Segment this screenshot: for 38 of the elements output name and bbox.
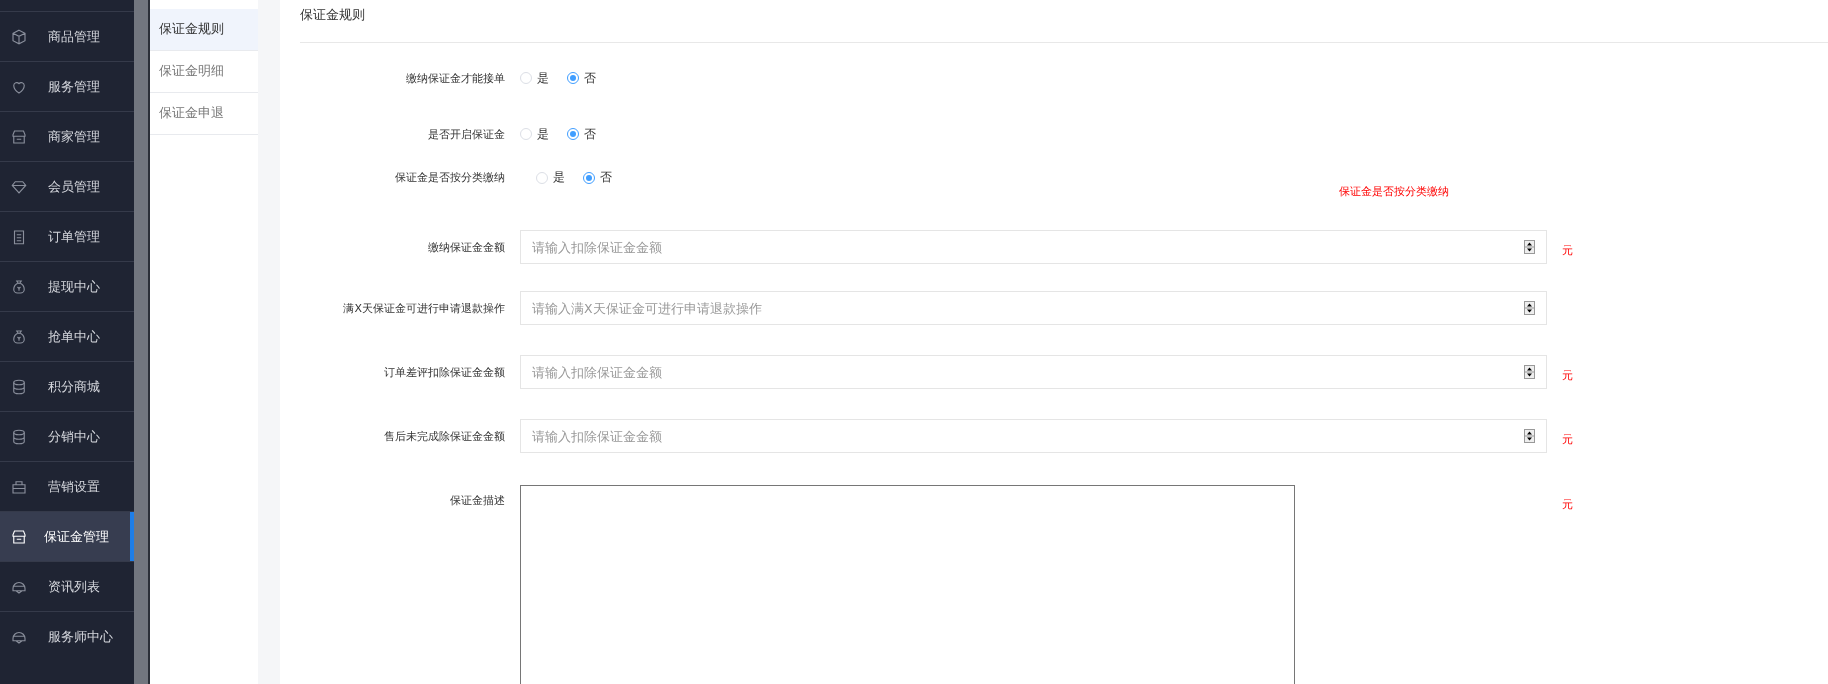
number-input[interactable]: 请输入扣除保证金金额 — [520, 355, 1547, 389]
money-bag-icon — [10, 277, 28, 296]
radio-option[interactable]: 是 — [520, 125, 549, 143]
unit-label: 元 — [1562, 497, 1574, 512]
hint-text: 保证金是否按分类缴纳 — [1339, 184, 1449, 199]
radio-option[interactable]: 否 — [567, 125, 596, 143]
number-input[interactable]: 请输入满X天保证金可进行申请退款操作 — [520, 291, 1547, 325]
field-label: 保证金描述 — [449, 493, 505, 508]
unit-label: 元 — [1562, 431, 1574, 447]
spinner-arrows-icon[interactable] — [1524, 365, 1535, 379]
spinner-arrows-icon[interactable] — [1524, 240, 1535, 254]
unit-label: 元 — [1562, 367, 1574, 383]
number-input[interactable]: 请输入扣除保证金金额 — [520, 419, 1547, 453]
shop-icon — [10, 527, 28, 546]
field-label: 缴纳保证金才能接单 — [405, 70, 505, 86]
field-label: 保证金是否按分类缴纳 — [394, 170, 505, 185]
unit-label: 元 — [1562, 242, 1574, 258]
radio-option[interactable]: 是 — [520, 69, 549, 87]
sidebar-item[interactable]: 保证金管理 — [0, 511, 134, 561]
submenu-item[interactable]: 保证金规则 — [150, 9, 258, 51]
field-label: 售后未完成除保证金金额 — [383, 428, 505, 444]
spinner-arrows-icon[interactable] — [1524, 301, 1535, 315]
field-label: 满X天保证金可进行申请退款操作 — [342, 300, 505, 316]
field-label: 缴纳保证金金额 — [427, 239, 505, 255]
money-bag-icon — [10, 327, 28, 346]
field-label: 是否开启保证金 — [427, 126, 505, 142]
field-label: 订单差评扣除保证金金额 — [383, 364, 505, 380]
scrollbar[interactable] — [134, 0, 148, 684]
radio-option[interactable]: 否 — [583, 169, 612, 186]
number-input[interactable]: 请输入扣除保证金金额 — [520, 230, 1547, 264]
radio-option[interactable]: 是 — [536, 169, 565, 186]
cube-icon — [10, 27, 28, 46]
shop-icon — [10, 127, 28, 146]
radio-option[interactable]: 否 — [567, 69, 596, 87]
coin-stack-icon — [10, 427, 28, 446]
section-title: 保证金规则 — [300, 0, 1828, 43]
coin-stack-icon — [10, 377, 28, 396]
spinner-arrows-icon[interactable] — [1524, 429, 1535, 443]
